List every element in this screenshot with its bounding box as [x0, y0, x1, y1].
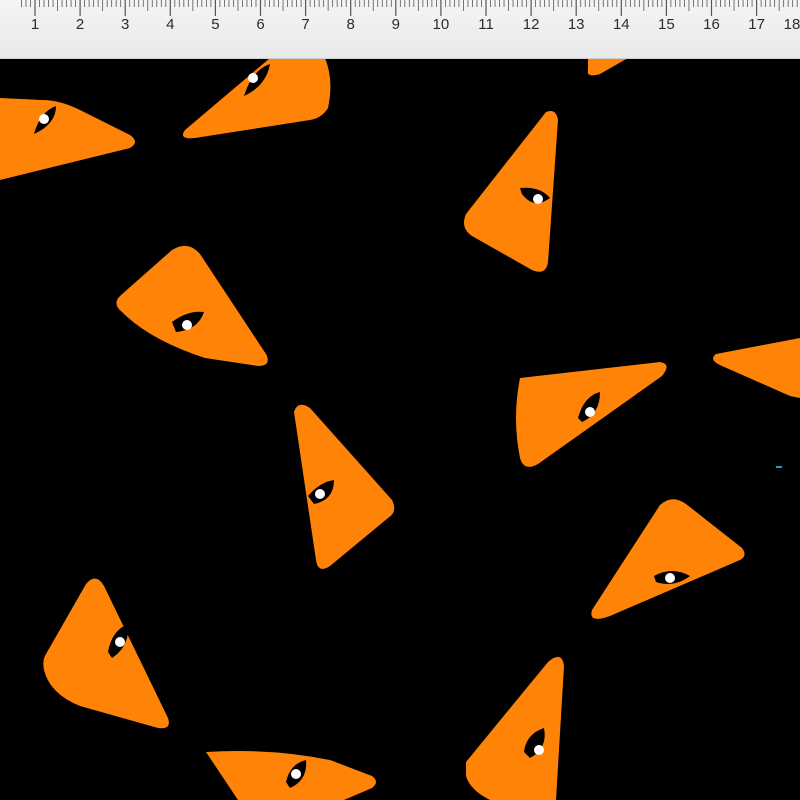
ruler-label: 7 [301, 16, 310, 33]
ruler-label: 10 [432, 16, 450, 33]
ruler-label: 17 [748, 16, 765, 33]
orange-wedge-eye-icon [591, 499, 745, 619]
ruler-label: 8 [346, 16, 355, 33]
ruler-label: 5 [211, 16, 220, 33]
orange-wedge-eye-icon [464, 111, 558, 272]
ruler-label: 1 [30, 16, 40, 33]
ruler-label: 12 [522, 16, 540, 33]
orange-wedge-eye-icon [116, 245, 268, 366]
orange-wedge-eye-icon [294, 404, 395, 569]
ruler-label: 15 [658, 16, 675, 33]
ruler-label: 9 [391, 16, 400, 33]
ruler-label: 18 [783, 16, 800, 33]
ruler-label: 3 [121, 16, 130, 33]
ruler-label: 14 [612, 16, 630, 33]
ruler-label: 16 [703, 16, 720, 33]
orange-wedge-eye-icon [466, 656, 564, 800]
orange-wedge-eye-icon [0, 98, 135, 180]
wedge-pattern [0, 58, 800, 800]
ruler-label: 2 [75, 16, 85, 33]
ruler-label: 4 [166, 16, 175, 33]
orange-wedge-eye-icon [587, 58, 628, 76]
ruler-label: 11 [478, 16, 494, 33]
measurement-ruler: 1 2 3 4 5 6 7 8 9 10 11 12 13 14 15 16 17 18 [0, 0, 800, 59]
ruler-label: 6 [256, 16, 265, 33]
orange-wedge-eye-icon [713, 338, 800, 398]
orange-wedge-eye-icon [43, 578, 169, 729]
ruler-label: 13 [567, 16, 585, 33]
ruler-ticks [21, 0, 798, 16]
fabric-swatch: 1 2 3 4 5 6 7 8 9 10 11 12 13 14 15 16 17 18 [0, 0, 800, 800]
orange-wedge-eye-icon [182, 58, 331, 139]
